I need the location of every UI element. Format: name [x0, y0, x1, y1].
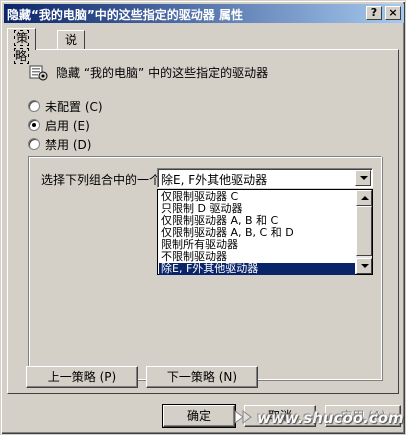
properties-dialog: 隐藏“我的电脑”中的这些指定的驱动器 属性 ? × 策略 说明 隐藏 “我的电脑… — [0, 0, 406, 435]
chevron-up-icon — [361, 196, 369, 200]
tab-policy-label: 策略 — [13, 30, 30, 64]
radio-circle[interactable] — [28, 138, 40, 150]
combo-dropdown-button[interactable] — [355, 170, 371, 186]
options-group: 选择下列组合中的一个 除E, F外其他驱动器 仅限制驱动器 C 只限制 D 驱动… — [28, 156, 382, 380]
radio-not-configured[interactable]: 未配置 (C) — [28, 98, 103, 114]
scroll-thumb[interactable] — [356, 206, 372, 256]
title-bar[interactable]: 隐藏“我的电脑”中的这些指定的驱动器 属性 ? × — [4, 4, 404, 23]
watermark-logo-icon — [234, 410, 252, 424]
drive-combo-box[interactable]: 除E, F外其他驱动器 — [157, 168, 373, 188]
dropdown-scrollbar[interactable] — [356, 190, 372, 274]
radio-label: 未配置 (C) — [45, 99, 103, 114]
button-label: 确定 — [186, 409, 211, 423]
radio-circle[interactable] — [28, 100, 40, 112]
button-label: 上一策略 (P) — [47, 370, 117, 384]
policy-setting-icon — [29, 65, 48, 81]
combo-value: 除E, F外其他驱动器 — [161, 173, 268, 187]
watermark-text: www.shucoo.com — [257, 409, 404, 427]
site-watermark: www.shucoo.com — [233, 405, 404, 431]
radio-label: 禁用 (D) — [45, 137, 92, 152]
next-policy-button[interactable]: 下一策略 (N) — [146, 366, 258, 388]
radio-disabled[interactable]: 禁用 (D) — [28, 136, 91, 152]
scroll-up-button[interactable] — [356, 190, 372, 206]
drive-dropdown-list: 仅限制驱动器 C 只限制 D 驱动器 仅限制驱动器 A, B 和 C 仅限制驱动… — [157, 189, 373, 275]
radio-circle[interactable] — [28, 119, 40, 131]
radio-label: 启用 (E) — [45, 118, 90, 133]
help-button[interactable]: ? — [366, 6, 382, 20]
window-title: 隐藏“我的电脑”中的这些指定的驱动器 属性 — [7, 8, 243, 22]
policy-tab-panel: 隐藏 “我的电脑” 中的这些指定的驱动器 未配置 (C) 启用 (E) 禁用 (… — [7, 49, 399, 394]
button-label: 下一策略 (N) — [166, 370, 238, 384]
tab-explain[interactable]: 说明 — [57, 30, 86, 65]
ok-button[interactable]: 确定 — [162, 404, 236, 428]
chevron-down-icon — [360, 176, 368, 180]
close-button[interactable]: × — [385, 6, 401, 20]
tab-policy[interactable]: 策略 — [7, 28, 37, 64]
policy-title: 隐藏 “我的电脑” 中的这些指定的驱动器 — [56, 66, 269, 80]
scroll-down-button[interactable] — [356, 258, 372, 274]
dropdown-option-selected[interactable]: 除E, F外其他驱动器 — [159, 263, 355, 275]
previous-policy-button[interactable]: 上一策略 (P) — [26, 366, 138, 388]
chevron-down-icon — [361, 264, 369, 268]
radio-enabled[interactable]: 启用 (E) — [28, 117, 90, 133]
combo-label: 选择下列组合中的一个 — [41, 173, 162, 187]
